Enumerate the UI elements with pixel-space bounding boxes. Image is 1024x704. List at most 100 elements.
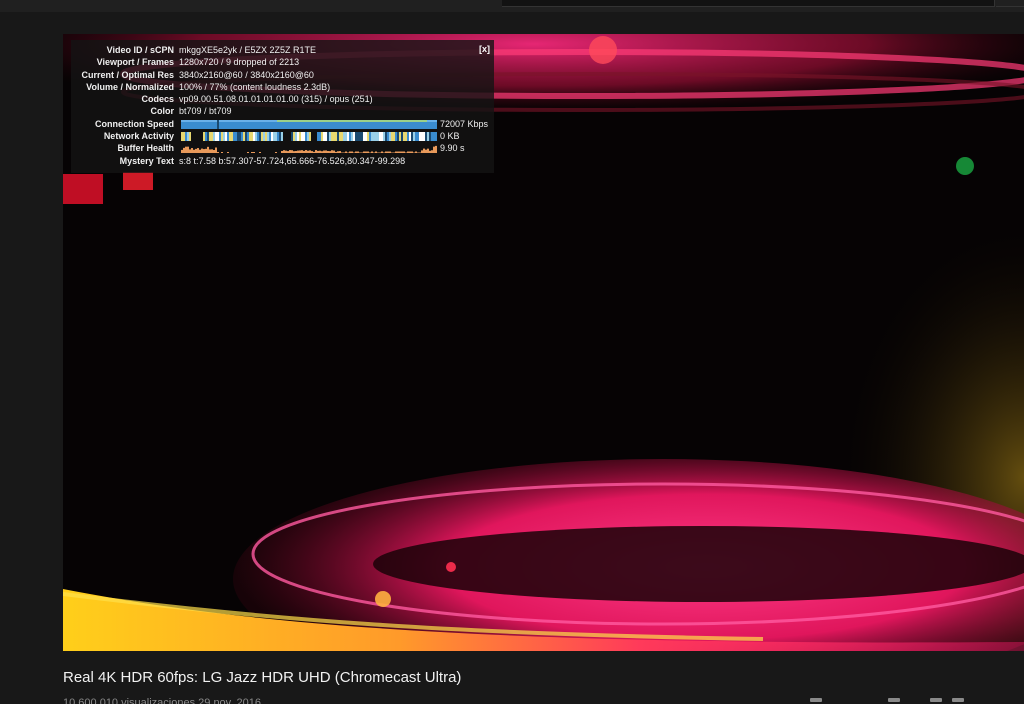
buffer-health-bar — [387, 151, 389, 154]
network-activity-bar — [369, 132, 371, 142]
network-activity-bar — [337, 132, 339, 142]
network-activity-bar — [227, 132, 229, 142]
buffer-health-bar — [359, 152, 361, 154]
buffer-health-bar — [379, 152, 381, 154]
buffer-health-bar — [375, 151, 377, 154]
buffer-health-bar — [333, 150, 335, 154]
like-button[interactable] — [810, 698, 822, 702]
network-activity-bar — [329, 132, 331, 142]
network-activity-bar — [243, 132, 245, 142]
buffer-health-bar — [181, 150, 183, 154]
top-bar-right — [996, 0, 1024, 7]
network-activity-bar — [203, 132, 205, 142]
network-activity-bar — [303, 132, 305, 142]
video-player[interactable]: [x] Video ID / sCPN mkggXE5e2yk / E5ZX 2… — [63, 34, 1024, 651]
buffer-health-bar — [193, 150, 195, 154]
network-activity-bar — [407, 132, 409, 142]
buffer-health-bar — [337, 151, 339, 154]
top-bar — [0, 0, 1024, 12]
network-activity-bar — [417, 132, 419, 142]
network-activity-bar — [419, 132, 421, 142]
buffer-health-bar — [315, 150, 317, 154]
network-activity-bar — [335, 132, 337, 142]
buffer-health-bar — [293, 151, 295, 154]
buffer-health-bar — [201, 148, 203, 154]
network-activity-bar — [367, 132, 369, 142]
buffer-health-bar — [309, 150, 311, 154]
network-activity-bar — [215, 132, 217, 142]
network-activity-bar — [205, 132, 207, 142]
network-activity-bar — [323, 132, 325, 142]
stats-row-video-id: Video ID / sCPN mkggXE5e2yk / E5ZX 2Z5Z … — [71, 44, 494, 56]
network-activity-bar — [423, 132, 425, 142]
buffer-health-bar — [419, 152, 421, 154]
network-activity-bar — [429, 132, 431, 142]
network-activity-bar — [341, 132, 343, 142]
stats-row-viewport: Viewport / Frames 1280x720 / 9 dropped o… — [71, 56, 494, 68]
network-activity-bar — [353, 132, 355, 142]
buffer-health-bar — [369, 152, 371, 154]
network-activity-bar — [433, 132, 435, 142]
stats-label: Buffer Health — [117, 143, 174, 154]
stats-for-nerds-panel: [x] Video ID / sCPN mkggXE5e2yk / E5ZX 2… — [71, 40, 494, 173]
network-activity-graph — [181, 132, 437, 142]
network-activity-bar — [331, 132, 333, 142]
stats-row-buffer-health: Buffer Health 9.90 s — [71, 142, 494, 154]
network-activity-bar — [305, 132, 307, 142]
buffer-health-bar — [345, 151, 347, 154]
buffer-health-bar — [187, 147, 189, 154]
stats-label: Viewport / Frames — [96, 57, 174, 68]
stats-value: 1280x720 / 9 dropped of 2213 — [179, 57, 300, 68]
network-activity-bar — [255, 132, 257, 142]
buffer-health-bar — [365, 151, 367, 154]
network-activity-bar — [307, 132, 309, 142]
stats-value: mkggXE5e2yk / E5ZX 2Z5Z R1TE — [179, 45, 317, 55]
network-activity-bar — [383, 132, 385, 142]
buffer-health-bar — [297, 150, 299, 154]
network-activity-bar — [391, 132, 393, 142]
search-box-edge[interactable] — [502, 0, 995, 7]
network-activity-bar — [211, 132, 213, 142]
stats-label: Network Activity — [103, 131, 174, 142]
buffer-health-bar — [431, 150, 433, 154]
buffer-health-bar — [423, 148, 425, 154]
network-activity-bar — [409, 132, 411, 142]
buffer-health-bar — [367, 151, 369, 154]
buffer-health-bar — [433, 147, 435, 154]
network-activity-bar — [219, 132, 221, 142]
network-activity-bar — [301, 132, 303, 142]
network-activity-bar — [399, 132, 401, 142]
network-activity-bar — [377, 132, 379, 142]
buffer-health-bar — [341, 152, 343, 154]
buffer-health-bar — [311, 151, 313, 154]
stats-row-connection-speed: Connection Speed 72007 Kbps — [71, 118, 494, 130]
network-activity-bar — [185, 132, 187, 142]
buffer-health-bar — [295, 151, 297, 154]
buffer-health-bar — [427, 149, 429, 154]
buffer-health-bar — [253, 152, 255, 154]
network-activity-bar — [183, 132, 185, 142]
buffer-health-bar — [391, 152, 393, 154]
buffer-health-bar — [285, 151, 287, 154]
stats-row-volume: Volume / Normalized 100% / 77% (content … — [71, 81, 494, 93]
buffer-health-bar — [393, 152, 395, 154]
network-activity-bar — [325, 132, 327, 142]
buffer-health-bar — [185, 147, 187, 154]
network-activity-bar — [413, 132, 415, 142]
buffer-health-bar — [361, 152, 363, 154]
buffer-health-bar — [251, 152, 253, 154]
buffer-health-bar — [373, 152, 375, 154]
share-button[interactable] — [930, 698, 942, 702]
stats-label: Color — [150, 106, 175, 117]
network-activity-bar — [351, 132, 353, 142]
video-action-row — [800, 698, 1020, 704]
network-activity-bar — [295, 132, 297, 142]
network-activity-bar — [363, 132, 365, 142]
network-activity-bar — [277, 132, 279, 142]
network-activity-bar — [209, 132, 211, 142]
buffer-health-bar — [215, 147, 217, 154]
save-button[interactable] — [952, 698, 964, 702]
stats-rows: Video ID / sCPN mkggXE5e2yk / E5ZX 2Z5Z … — [71, 44, 494, 167]
buffer-health-bar — [259, 152, 261, 154]
dislike-button[interactable] — [888, 698, 900, 702]
